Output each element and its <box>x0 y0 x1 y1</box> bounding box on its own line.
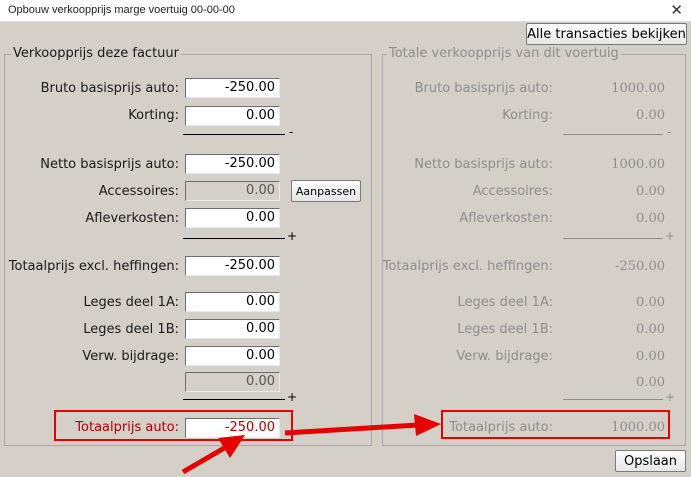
total-korting-label: Korting: <box>502 108 553 123</box>
minus-sign: - <box>289 125 294 139</box>
subtract-line <box>183 134 285 135</box>
total-bruto-value: 1000.00 <box>611 81 665 96</box>
leges-1a-field[interactable]: 0.00 <box>185 292 280 312</box>
plus-sign-2: + <box>287 390 298 404</box>
total-leges-1b-label: Leges deel 1B: <box>457 322 553 337</box>
vehicle-total-legend: Totale verkoopprijs van dit voertuig <box>387 46 621 61</box>
sum-line-1 <box>183 238 285 239</box>
total-totaal-excl-value: -250.00 <box>615 259 665 274</box>
totaal-excl-field[interactable]: -250.00 <box>185 256 280 276</box>
korting-field[interactable]: 0.00 <box>185 106 280 126</box>
totaal-excl-label: Totaalprijs excl. heffingen: <box>8 259 179 274</box>
verw-label: Verw. bijdrage: <box>82 349 179 364</box>
total-netto-label: Netto basisprijs auto: <box>414 157 553 172</box>
netto-field[interactable]: -250.00 <box>185 154 280 174</box>
total-accessoires-value: 0.00 <box>636 184 665 199</box>
total-totaal-excl-label: Totaalprijs excl. heffingen: <box>382 259 553 274</box>
window-title: Opbouw verkoopprijs marge voertuig 00-00… <box>8 4 235 16</box>
netto-label: Netto basisprijs auto: <box>40 157 179 172</box>
afleverkosten-label: Afleverkosten: <box>85 211 179 226</box>
bruto-label: Bruto basisprijs auto: <box>40 81 179 96</box>
afleverkosten-field[interactable]: 0.00 <box>185 208 280 228</box>
total-minus-sign: - <box>667 125 672 139</box>
sum-line-2 <box>183 399 285 400</box>
total-leges-1a-value: 0.00 <box>636 295 665 310</box>
vehicle-total-group: Totale verkoopprijs van dit voertuig Bru… <box>382 46 686 446</box>
total-netto-value: 1000.00 <box>611 157 665 172</box>
title-bar: Opbouw verkoopprijs marge voertuig 00-00… <box>0 0 691 22</box>
plus-sign-1: + <box>287 229 298 243</box>
total-subtotal-value: 0.00 <box>636 375 665 390</box>
highlight-box-invoice-total <box>54 410 293 441</box>
accessoires-field: 0.00 <box>185 181 280 201</box>
highlight-box-vehicle-total <box>441 410 670 439</box>
leges-1a-label: Leges deel 1A: <box>83 295 179 310</box>
save-button[interactable]: Opslaan <box>615 450 686 472</box>
close-icon[interactable]: ✕ <box>670 1 683 19</box>
total-sum-line-2 <box>563 399 663 400</box>
total-afleverkosten-value: 0.00 <box>636 211 665 226</box>
verw-field[interactable]: 0.00 <box>185 346 280 366</box>
total-sum-line-1 <box>563 238 663 239</box>
invoice-price-legend: Verkoopprijs deze factuur <box>11 46 181 61</box>
total-plus-sign-2: + <box>665 390 676 404</box>
total-leges-1b-value: 0.00 <box>636 322 665 337</box>
subtotal-field: 0.00 <box>185 372 280 392</box>
total-bruto-label: Bruto basisprijs auto: <box>414 81 553 96</box>
invoice-price-group: Verkoopprijs deze factuur Bruto basispri… <box>4 46 372 446</box>
leges-1b-field[interactable]: 0.00 <box>185 319 280 339</box>
total-accessoires-label: Accessoires: <box>472 184 553 199</box>
total-verw-label: Verw. bijdrage: <box>456 349 553 364</box>
total-afleverkosten-label: Afleverkosten: <box>459 211 553 226</box>
total-verw-value: 0.00 <box>636 349 665 364</box>
adjust-button[interactable]: Aanpassen <box>291 180 361 202</box>
total-plus-sign-1: + <box>665 229 676 243</box>
korting-label: Korting: <box>128 108 179 123</box>
dialog-client-area: Alle transacties bekijken Verkoopprijs d… <box>0 22 691 477</box>
total-korting-value: 0.00 <box>636 108 665 123</box>
leges-1b-label: Leges deel 1B: <box>83 322 179 337</box>
bruto-field[interactable]: -250.00 <box>185 78 280 98</box>
all-transactions-button[interactable]: Alle transacties bekijken <box>526 23 687 45</box>
total-subtract-line <box>563 134 663 135</box>
total-leges-1a-label: Leges deel 1A: <box>457 295 553 310</box>
accessoires-label: Accessoires: <box>98 184 179 199</box>
